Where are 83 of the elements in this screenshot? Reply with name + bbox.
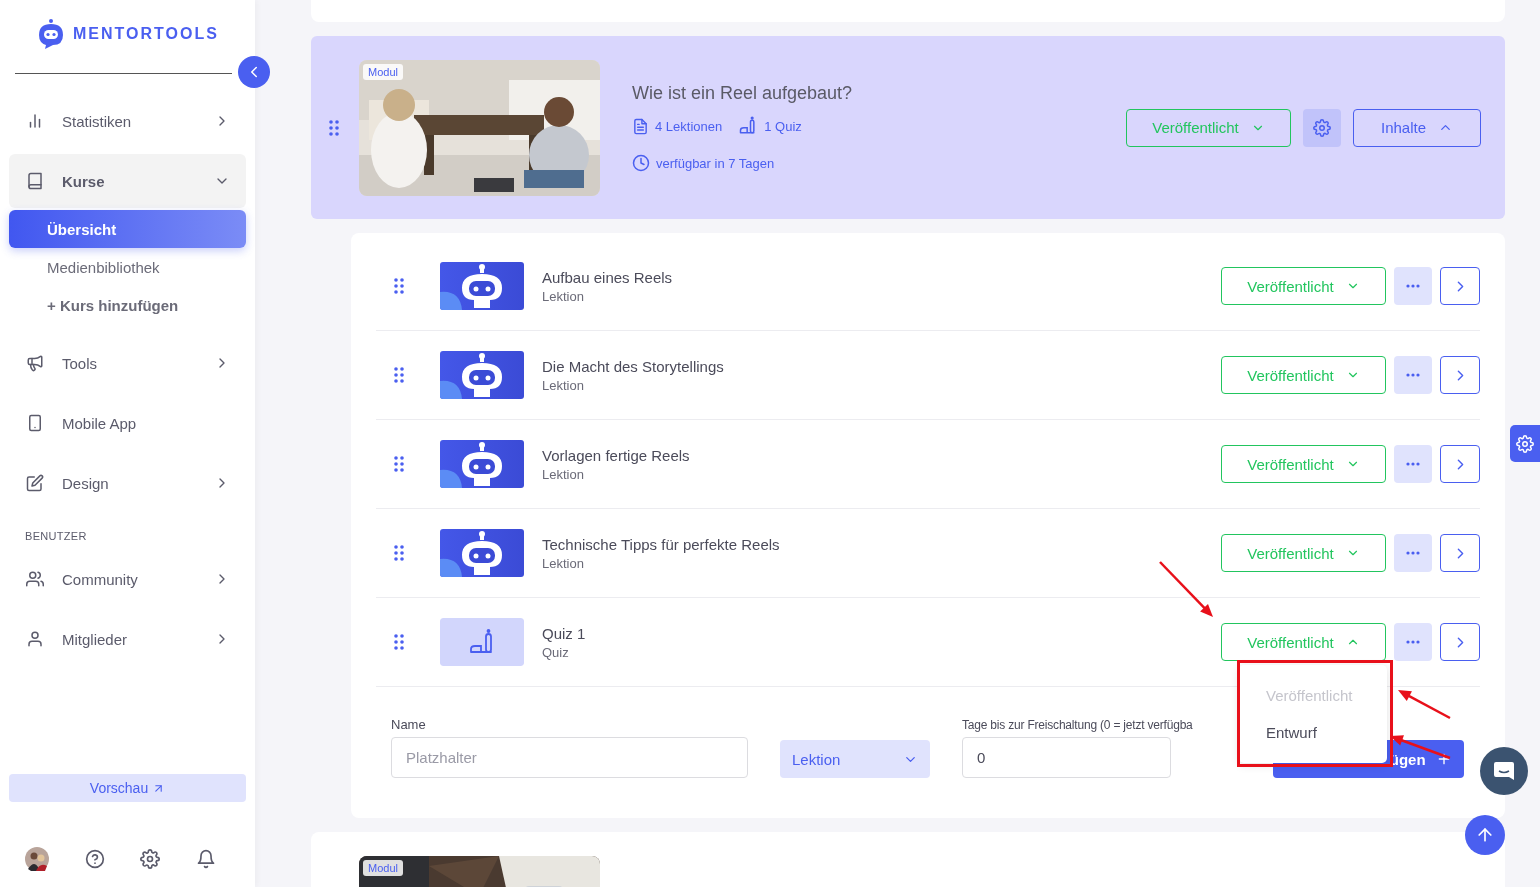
availability-text: verfügbar in 7 Tagen: [656, 155, 775, 171]
book-icon: [26, 172, 44, 190]
drag-handle-icon[interactable]: [394, 367, 404, 383]
days-input[interactable]: 0: [962, 737, 1171, 778]
more-icon: [1406, 284, 1420, 288]
open-button[interactable]: [1440, 267, 1480, 305]
pen-icon: [26, 474, 44, 492]
sidebar-item-label: Mitglieder: [62, 630, 129, 648]
avatar[interactable]: [25, 847, 49, 871]
item-title: Aufbau eines Reels: [542, 268, 674, 286]
open-button[interactable]: [1440, 534, 1480, 572]
clock-icon: [632, 154, 650, 172]
drag-handle-icon[interactable]: [329, 119, 339, 136]
robot-icon: [440, 262, 524, 310]
sidebar-item-label: Community: [62, 570, 139, 588]
settings-tab-button[interactable]: [1510, 425, 1540, 462]
open-button[interactable]: [1440, 356, 1480, 394]
field-label: Tage bis zur Freischaltung (0 = jetzt verfügba: [962, 718, 1193, 732]
logo-text: MENTORTOOLS: [73, 24, 219, 43]
item-type: Lektion: [542, 466, 585, 482]
drag-handle-icon[interactable]: [394, 278, 404, 294]
more-icon: [1406, 551, 1420, 555]
item-type: Quiz: [542, 644, 570, 660]
drag-handle-icon[interactable]: [394, 634, 404, 650]
item-type: Lektion: [542, 555, 585, 571]
robot-icon: [440, 351, 524, 399]
lesson-count: 4 Lektionen: [655, 118, 723, 134]
item-title: Vorlagen fertige Reels: [542, 446, 691, 464]
field-label: Name: [391, 717, 427, 732]
notification-bell-icon[interactable]: [195, 849, 216, 869]
sidebar-subitem[interactable]: Medienbibliothek: [9, 248, 246, 286]
sidebar-subitem[interactable]: + Kurs hinzufügen: [9, 286, 246, 324]
drag-handle-icon[interactable]: [394, 456, 404, 472]
robot-icon: [440, 440, 524, 488]
megaphone-icon: [26, 354, 44, 372]
item-type: Lektion: [542, 377, 585, 393]
more-icon: [1406, 640, 1420, 644]
phone-icon: [26, 414, 44, 432]
people-icon: [26, 570, 44, 588]
chat-button[interactable]: [1480, 747, 1528, 795]
robot-icon: [440, 529, 524, 577]
person-icon: [26, 630, 44, 648]
annotation-arrow: [1159, 561, 1213, 617]
document-icon: [632, 117, 649, 135]
sidebar-item[interactable]: Tools: [9, 336, 246, 390]
module-badge: Modul: [363, 860, 403, 876]
item-title: Quiz 1: [542, 624, 587, 642]
type-select[interactable]: Lektion: [780, 740, 930, 778]
sidebar-item[interactable]: Statistiken: [9, 94, 246, 148]
sidebar-item[interactable]: Mitglieder: [9, 612, 246, 666]
annotation-arrow: [1398, 690, 1451, 720]
open-button[interactable]: [1440, 445, 1480, 483]
module-title: Wie ist ein Reel aufgebaut?: [632, 83, 854, 104]
preview-button[interactable]: Vorschau: [9, 774, 246, 802]
sidebar-item-label: Design: [62, 474, 110, 492]
settings-icon: [1313, 118, 1331, 137]
collapse-sidebar-button[interactable]: [238, 56, 270, 88]
contents-toggle-button[interactable]: Inhalte: [1353, 108, 1481, 147]
item-type: Lektion: [542, 288, 585, 304]
sidebar-subitem[interactable]: Übersicht: [9, 210, 246, 248]
item-title: Technische Tipps für perfekte Reels: [542, 535, 781, 553]
name-input[interactable]: Platzhalter: [391, 737, 748, 778]
open-button[interactable]: [1440, 623, 1480, 661]
sidebar-item[interactable]: Community: [9, 552, 246, 606]
menu-option[interactable]: Entwurf: [1266, 724, 1387, 741]
section-heading: BENUTZER: [24, 529, 88, 544]
sidebar-item[interactable]: Design: [9, 456, 246, 510]
more-icon: [1406, 373, 1420, 377]
item-title: Die Macht des Storytellings: [542, 357, 725, 375]
sidebar-item-label: Kurse: [62, 172, 106, 190]
settings-button[interactable]: [1303, 108, 1341, 147]
more-icon: [1406, 462, 1420, 466]
quiz-count: 1 Quiz: [764, 118, 802, 134]
drag-handle-icon[interactable]: [394, 545, 404, 561]
sidebar-item-label: Tools: [62, 354, 99, 372]
sidebar-item-label: Mobile App: [62, 414, 138, 432]
sidebar-item[interactable]: Mobile App: [9, 396, 246, 450]
sidebar-item[interactable]: Kurse: [9, 154, 246, 208]
help-icon[interactable]: [84, 849, 105, 869]
settings-icon: [1516, 434, 1534, 453]
sidebar-item-label: Statistiken: [62, 112, 133, 130]
settings-icon[interactable]: [140, 849, 161, 869]
chat-icon: [1493, 760, 1515, 782]
